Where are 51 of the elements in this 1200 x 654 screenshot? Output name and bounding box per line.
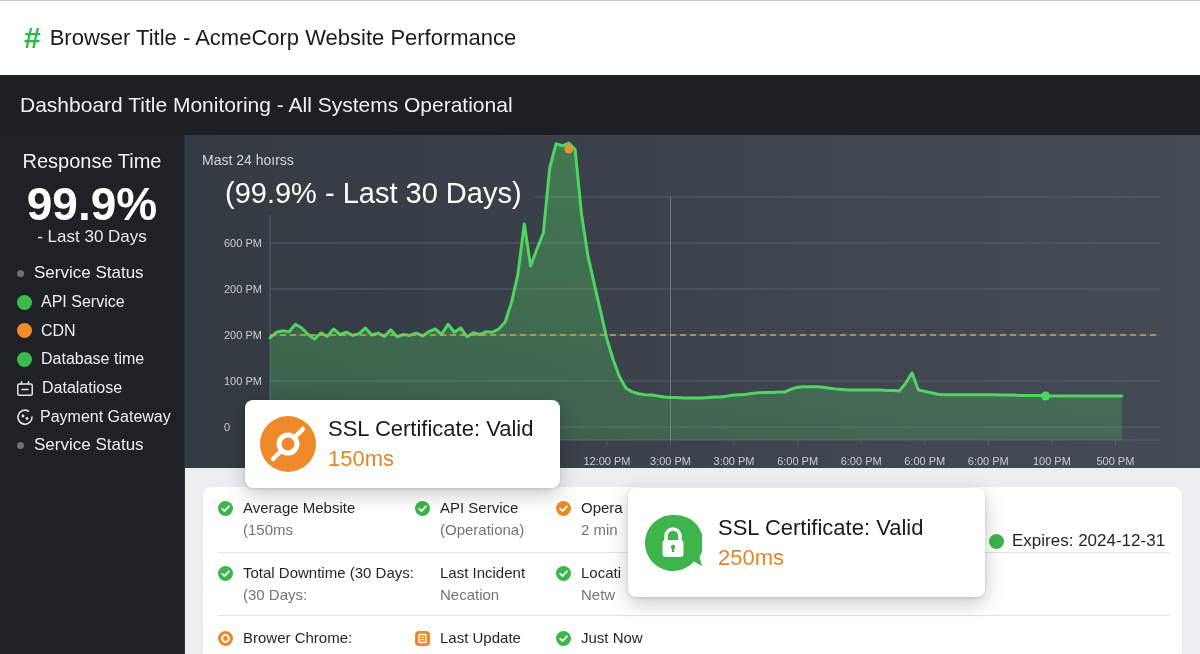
status-detail: Netw [581,585,617,605]
status-detail: (150ms [243,520,295,540]
status-title: Expires: 2024-12-31 [1012,530,1166,552]
calendar-icon [17,380,33,396]
status-title: Opera [581,498,623,518]
status-detail: (30 Days: [243,585,309,605]
dashboard-title: Dashboard Title Monitoring - All Systems Operational [20,93,513,117]
status-detail: (Operationa) [440,520,525,540]
status-title: Average Mebsite [243,498,356,518]
x-axis-label: 3:00 PM [650,454,691,468]
notification-value: 150ms [328,445,395,473]
service-label: Datalatiose [42,379,123,398]
metric-caption: - Last 30 Days [36,227,148,247]
x-axis-label: 6:00 PM [840,454,882,468]
status-detail: 2 min [581,520,619,540]
y-axis-label: 0 [224,420,232,434]
y-axis-label: 200 PM [224,328,263,342]
x-axis-label: 100 PM [1032,454,1071,468]
x-axis-label: 6:00 PM [967,454,1009,468]
y-axis-label: 100 PM [224,374,263,388]
x-axis-label: 12:00 PM [583,454,631,468]
sidebar-heading: Response Time [21,149,163,173]
status-title: Total Downtime (30 Days: [243,563,414,583]
x-axis-label: 6:00 PM [904,454,946,468]
chart-title: (99.9% - Last 30 Days) [225,176,522,211]
status-title: Just Now [581,628,643,648]
status-title: Last Update [440,628,521,648]
dial-icon [17,408,33,425]
uptime-metric: 99.9% [25,181,159,227]
status-title: Brower Chrome: [243,628,353,648]
notification-title: SSL Certificate: Valid [718,513,924,542]
x-axis-label: 6:00 PM [777,454,819,468]
notification-title: SSL Certificate: Valid [328,415,534,443]
status-detail: Necation [440,585,501,605]
x-axis-label: 3:00 PM [713,454,755,468]
y-axis-label: 200 PM [224,282,263,296]
service-label: Service Status [34,435,144,456]
service-label: API Service [41,293,125,312]
status-title: Last Incident [440,563,526,583]
x-axis-label: 500 PM [1096,454,1135,468]
service-label: Database time [41,350,145,369]
status-title: Locati [581,563,622,583]
notification-value: 250ms [718,543,785,572]
service-label: CDN [41,321,76,340]
chart-subtitle: Mast 24 hoırss [202,152,294,168]
window-title: Browser Title - AcmeCorp Website Performance [49,25,517,51]
status-title: API Service [440,498,520,518]
service-label: Service Status [34,263,144,284]
y-axis-label: 600 PM [224,236,263,250]
hash-icon: # [24,23,41,53]
service-label: Payment Gateway [40,407,171,426]
